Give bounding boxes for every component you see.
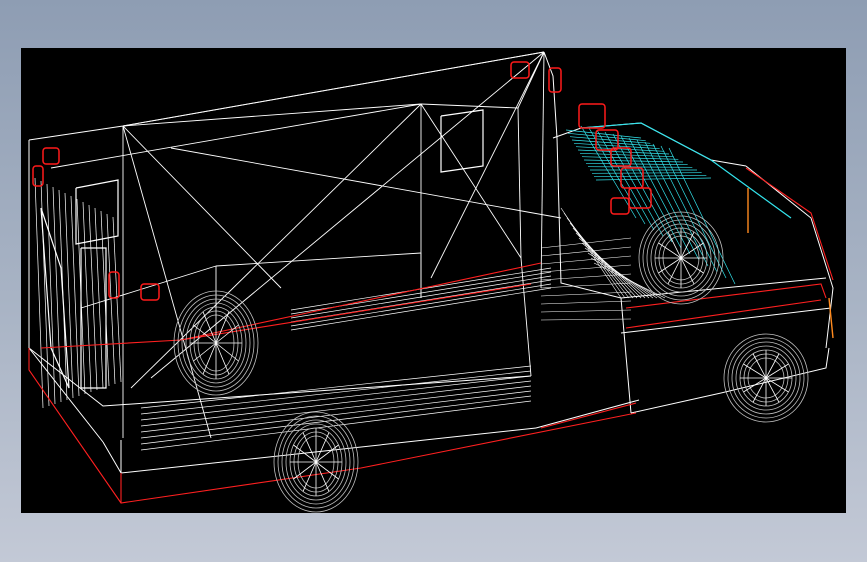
brace-line-9 xyxy=(430,51,545,279)
body-edge-4 xyxy=(535,399,640,429)
brace-line-15 xyxy=(540,51,545,289)
brace-line-3 xyxy=(122,125,212,439)
warning-light-2 xyxy=(510,61,530,79)
brace-line-11 xyxy=(517,107,522,259)
brace-line-20 xyxy=(80,265,217,309)
warning-light-0 xyxy=(42,147,60,165)
pillar-mesh-2 xyxy=(540,255,632,265)
pillar-mesh-6 xyxy=(540,291,632,297)
warning-light-1 xyxy=(32,165,44,187)
cab-mesh-11 xyxy=(593,262,666,299)
brace-line-16 xyxy=(215,252,422,267)
side-stripe-0 xyxy=(140,365,532,409)
brace-line-12 xyxy=(170,147,562,219)
ambulance-wireframe-model xyxy=(28,51,834,513)
rear-mesh-13 xyxy=(112,216,122,383)
brace-line-0 xyxy=(122,103,422,127)
door-frame-1 xyxy=(440,109,484,173)
brace-line-5 xyxy=(420,103,519,109)
side-stripe-4 xyxy=(140,385,532,433)
brace-line-13 xyxy=(122,51,545,127)
cab-edge-0 xyxy=(552,122,747,167)
side-stripe-1 xyxy=(140,370,532,415)
pillar-mesh-7 xyxy=(540,300,632,305)
chassis-outline xyxy=(28,167,834,504)
windshield-mesh-h-8 xyxy=(581,156,679,160)
cab-edge-4 xyxy=(620,277,827,299)
windshield-mesh-h-10 xyxy=(585,162,688,166)
chassis-line-3 xyxy=(180,283,532,341)
cab-edge-5 xyxy=(620,307,832,334)
chassis-line-7 xyxy=(745,167,834,281)
pillar-mesh-3 xyxy=(540,264,632,273)
pillar-mesh-8 xyxy=(540,309,632,313)
windshield-mesh-h-11 xyxy=(587,166,693,168)
cad-viewport[interactable] xyxy=(21,48,846,513)
windshield-mesh-v-9 xyxy=(652,143,718,273)
door-frame-0 xyxy=(75,179,119,245)
pillar-mesh-1 xyxy=(540,246,632,257)
body-edge-1 xyxy=(543,51,558,139)
warning-light-11 xyxy=(610,197,630,215)
windshield-mesh-v-7 xyxy=(636,139,700,261)
pillar-mesh-9 xyxy=(540,318,632,321)
side-stripe-7 xyxy=(140,400,532,451)
body-edge-6 xyxy=(28,347,532,407)
warning-light-6 xyxy=(578,103,606,129)
cab-edge-3 xyxy=(745,165,834,349)
windshield-mesh-h-13 xyxy=(591,172,702,174)
wheels xyxy=(173,211,809,513)
warning-light-3 xyxy=(548,67,562,93)
windshield-mesh-v-8 xyxy=(644,141,709,267)
cab-windshield-mesh xyxy=(565,122,834,339)
